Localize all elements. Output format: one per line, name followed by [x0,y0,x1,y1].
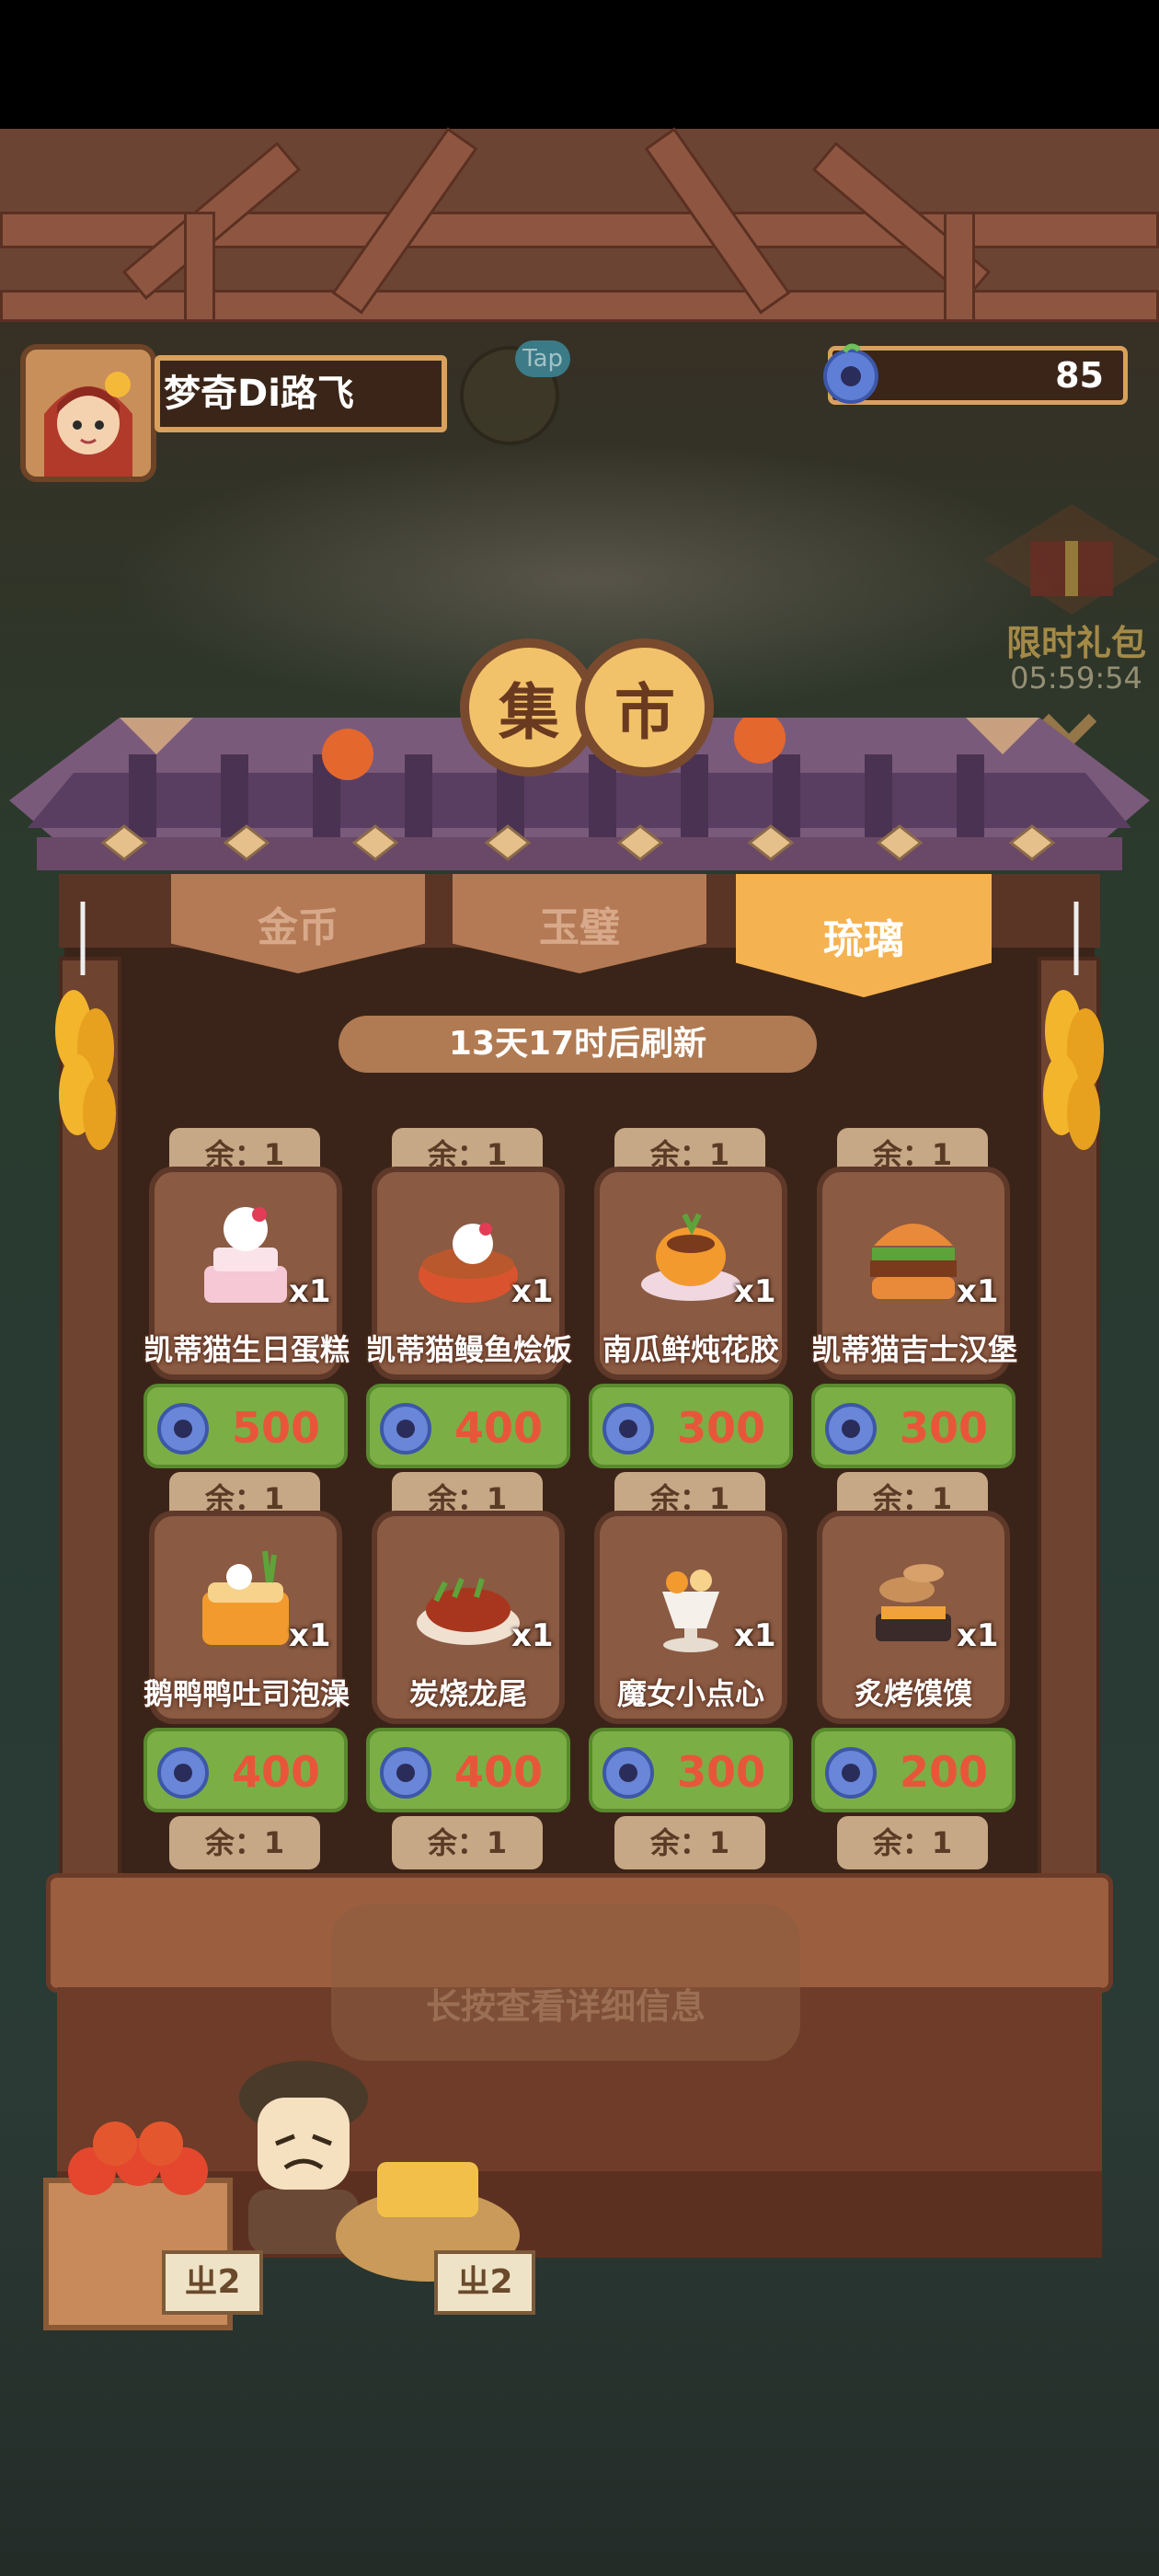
buy-button[interactable]: 400 [366,1728,570,1812]
shop-item[interactable]: 余：1 x1 凯蒂猫鳗鱼烩饭 400 [366,1128,572,1468]
hint-text: 长按查看详细信息 [425,1986,706,2027]
witch-dessert-icon [662,1570,719,1652]
corn-decoration-right [1043,902,1104,1150]
item-count: x1 [734,1617,776,1654]
item-count: x1 [289,1617,331,1654]
buy-button[interactable]: 300 [589,1728,793,1812]
shop-item[interactable]: 余：1 x1 凯蒂猫吉士汉堡 300 [811,1128,1017,1468]
jade-coin-icon [602,1403,654,1455]
jade-coin-icon [825,1403,877,1455]
buy-button[interactable]: 200 [811,1728,1016,1812]
buy-button[interactable]: 300 [589,1384,793,1468]
shop-item[interactable]: 余：1 x1 凯蒂猫生日蛋糕 500 [143,1128,350,1468]
item-count: x1 [957,1617,999,1654]
item-price: 400 [453,1403,544,1453]
jade-coin-icon [380,1747,431,1799]
pumpkin-stew-icon [641,1213,740,1301]
tap-label[interactable]: Tap [515,340,570,377]
ceiling-beams [0,127,1159,322]
jade-coin-icon [602,1747,654,1799]
market-title-char-2: 市 [576,638,714,776]
item-name: 炙烤馍馍 [854,1676,972,1711]
jade-coin-icon [157,1403,209,1455]
toast-bath-icon [202,1550,289,1645]
player-name: 梦奇Di路飞 [164,373,354,415]
remaining-stock: 余：1 [614,1816,765,1869]
cheese-burger-icon [870,1224,957,1299]
birthday-cake-icon [204,1207,287,1303]
item-price: 300 [899,1403,989,1453]
item-price: 400 [231,1747,321,1797]
buy-button[interactable]: 400 [143,1728,348,1812]
corn-decoration-left [55,902,116,1150]
grilled-bun-icon [876,1564,951,1641]
limited-gift-label[interactable]: 限时礼包 [993,615,1159,663]
item-price: 300 [676,1747,766,1797]
shop-item[interactable]: 余：1 x1 炭烧龙尾 400 [366,1472,570,1812]
jade-coin-icon [825,1747,877,1799]
item-count: x1 [957,1273,999,1310]
buy-button[interactable]: 300 [811,1384,1016,1468]
item-count: x1 [289,1273,331,1310]
jade-coin-icon [157,1747,209,1799]
item-price: 400 [453,1747,544,1797]
remaining-stock: 余：1 [837,1816,988,1869]
shop-item[interactable]: 余：1 x1 鹅鸭鸭吐司泡澡 400 [143,1472,350,1812]
refresh-timer-text: 13天17时后刷新 [448,1025,707,1063]
buy-button[interactable]: 400 [366,1384,570,1468]
item-count: x1 [511,1617,554,1654]
item-count: x1 [511,1273,554,1310]
item-price: 200 [899,1747,989,1797]
player-avatar[interactable] [20,344,156,482]
item-name: 凯蒂猫鳗鱼烩饭 [366,1332,573,1367]
shop-item[interactable]: 余：1 x1 魔女小点心 300 [589,1472,793,1812]
price-sign: ㄓ2 [434,2250,535,2315]
item-count: x1 [734,1273,776,1310]
item-name: 魔女小点心 [616,1676,764,1711]
remaining-stock: 余：1 [169,1816,320,1869]
buy-button[interactable]: 500 [143,1384,348,1468]
item-name: 炭烧龙尾 [408,1676,527,1711]
item-price: 300 [676,1403,766,1453]
item-price: 500 [231,1403,321,1453]
price-sign: ㄓ2 [162,2250,263,2315]
shop-item[interactable]: 余：1 x1 南瓜鲜炖花胶 300 [589,1128,793,1468]
remaining-stock: 余：1 [392,1816,543,1869]
currency-amount: 85 [1055,355,1104,396]
jade-coin-icon [823,343,878,404]
item-name: 南瓜鲜炖花胶 [602,1332,779,1367]
limited-gift-timer: 05:59:54 [1010,661,1142,696]
charcoal-dragon-tail-icon [417,1577,520,1645]
item-name: 鹅鸭鸭吐司泡澡 [143,1676,350,1711]
gift-box-icon[interactable] [984,504,1159,624]
eel-rice-bowl-icon [419,1223,518,1303]
item-name: 凯蒂猫吉士汉堡 [811,1332,1018,1367]
item-name: 凯蒂猫生日蛋糕 [143,1332,350,1367]
jade-coin-icon [380,1403,431,1455]
shop-item[interactable]: 余：1 x1 炙烤馍馍 200 [811,1472,1016,1812]
